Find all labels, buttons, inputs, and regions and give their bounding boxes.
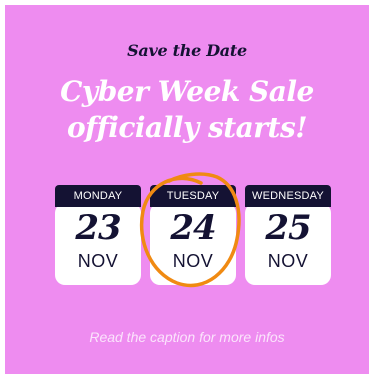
date-card-monday: MONDAY 23 NOV [55,185,141,285]
day-number: 25 [265,208,311,248]
day-label: WEDNESDAY [245,185,331,207]
month-label: NOV [172,251,214,271]
day-label: TUESDAY [150,185,236,207]
day-label: MONDAY [55,185,141,207]
save-the-date-label: Save the Date [127,41,247,60]
month-label: NOV [77,251,119,271]
month-label: NOV [267,251,309,271]
headline-line-1: Cyber Week Sale [60,75,314,108]
caption-note: Read the caption for more infos [89,329,285,345]
headline-line-2: officially starts! [66,111,308,144]
date-card-tuesday: TUESDAY 24 NOV [150,185,236,285]
date-card-wednesday: WEDNESDAY 25 NOV [245,185,331,285]
day-number: 23 [75,208,121,248]
day-number: 24 [170,208,216,248]
post-image: Save the Date Cyber Week Sale officially… [5,5,369,374]
